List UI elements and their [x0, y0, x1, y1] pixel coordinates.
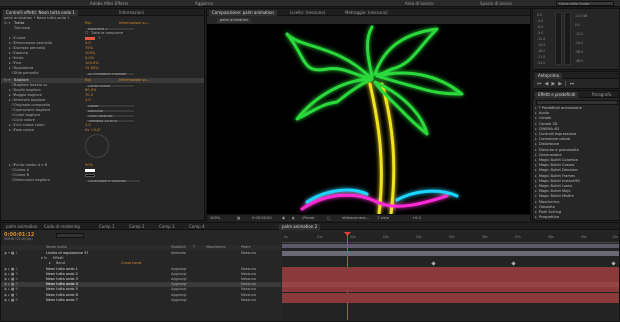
- palm-artwork: [285, 25, 464, 216]
- channel-icon[interactable]: ◐: [292, 216, 295, 220]
- color-phase: ▸ ⏱ Fase colore 0x +0.0°: [9, 128, 102, 132]
- menu-title: Adobe After Effects: [90, 1, 129, 6]
- composition-panel: Composizione: palm animation Livello: (n…: [206, 8, 531, 221]
- audio-panel: 0.0 -3.0 -6.0 -9.0 -12.0 -15.0 -18.0 -21.0 -24.0…: [532, 8, 620, 70]
- composition-canvas[interactable]: [207, 24, 530, 216]
- quality-dropdown[interactable]: (Piena): [302, 216, 315, 220]
- layer-bar[interactable]: [282, 297, 619, 303]
- views-dropdown[interactable]: 1 vista: [377, 216, 389, 220]
- keyframe[interactable]: [611, 261, 616, 266]
- exposure-value[interactable]: +0.0: [412, 216, 421, 220]
- menu-workspace-label: Area di lavoro:: [405, 1, 435, 6]
- tab-palm-animation-2[interactable]: palm animation 2: [279, 224, 321, 230]
- tab-footage[interactable]: Metraggio: (nessuno): [342, 10, 391, 16]
- tab-comp-1[interactable]: Comp 1: [96, 224, 118, 230]
- effect-controls-body: palm animation • Neon tutta ondo 1 fx ▾ …: [1, 16, 204, 221]
- camera-dropdown[interactable]: Videocamera...: [342, 216, 369, 220]
- paint-style: ⏱ Stile pennello Su immagine originale: [1, 71, 204, 76]
- effects-search-input[interactable]: ⌕: [536, 100, 618, 106]
- keyframe[interactable]: [511, 261, 516, 266]
- timeline-layers: ◉ ▾ ■ 1 Livello di regolazione 37 Normale N…: [1, 251, 281, 321]
- leaf-upper-left: [285, 32, 374, 81]
- glow-based-dropdown[interactable]: Canali colore: [85, 83, 135, 88]
- color-swatch[interactable]: [85, 37, 95, 40]
- audio-meter-right: [564, 12, 571, 65]
- composition-footer: 100% ▦ 0:00:00:00 ◉ ◐ (Piena) ▢ Videocam…: [207, 214, 530, 221]
- wave-pink: [300, 193, 449, 211]
- effect-controls-panel: Controlli effetti: Neon tutta ondo 1 Inf…: [0, 8, 205, 221]
- timeline-fps: 00036 (25.00 fps): [4, 237, 33, 241]
- path-dropdown[interactable]: Maschera 1: [85, 26, 135, 31]
- phase-dial[interactable]: [85, 134, 109, 158]
- color-b-swatch[interactable]: [85, 174, 95, 177]
- timecode[interactable]: 0:00:00:00: [252, 216, 272, 220]
- audio-db-labels: 12.0 dB 0.0 -12.0 -24.0 -36.0 -48.0: [575, 14, 588, 63]
- tab-render-queue[interactable]: Coda di rendering: [41, 224, 83, 230]
- color-a-swatch[interactable]: [85, 169, 95, 172]
- help-search-input[interactable]: Cerca nella Guida: [556, 1, 614, 6]
- preview-panel: Anteprima ⏮◀▶▶|⏭: [532, 71, 620, 89]
- effects-presets-panel: Effetti e predefiniti Paragrafo ⌕ ▸ * Pre…: [532, 90, 620, 221]
- timeline-track-area[interactable]: 0s 01s 02s 03s 04s 05s 06s 07s 08s 09s 1…: [282, 232, 619, 320]
- looping-dropdown[interactable]: Triangolo A>B>A: [85, 118, 135, 123]
- leaf-lower-left: [295, 77, 374, 121]
- effects-tabbar: Effetti e predefiniti Paragrafo: [533, 91, 619, 98]
- leaf-top: [366, 25, 374, 78]
- tab-composition[interactable]: Composizione: palm animation: [209, 10, 277, 16]
- timeline-search-input[interactable]: [56, 233, 84, 238]
- keyframe[interactable]: [431, 261, 436, 266]
- tab-layer[interactable]: Livello: (nessuno): [287, 10, 328, 16]
- timeline-column-headers: Nome livello Modalità T Mascherino Padre: [1, 245, 281, 250]
- tab-comp-2[interactable]: Comp 2: [126, 224, 148, 230]
- grid-icon[interactable]: ▦: [237, 216, 240, 220]
- work-area-bar[interactable]: [282, 244, 619, 248]
- composite-dropdown[interactable]: Dietro: [85, 103, 135, 108]
- dimensions-dropdown[interactable]: Orizzontale e verticale: [85, 178, 141, 183]
- camera-snapshot-icon[interactable]: ◉: [282, 216, 285, 220]
- leaf-upper-right: [373, 27, 439, 76]
- menu-bar: Adobe After Effects Aggiorna Area di lav…: [0, 0, 620, 7]
- time-ruler[interactable]: 0s 01s 02s 03s 04s 05s 06s 07s 08s 09s 1…: [282, 235, 619, 243]
- tab-paragraph[interactable]: Paragrafo: [589, 92, 614, 98]
- audio-scale-left: 0.0 -3.0 -6.0 -9.0 -12.0 -15.0 -18.0 -21.0 -24.0: [537, 12, 551, 67]
- tab-preview[interactable]: Anteprima: [535, 73, 562, 79]
- glow-dimensions: ⏱ Dimensioni bagliore Orizzontale e vertic…: [1, 178, 204, 183]
- tab-comp-3[interactable]: Comp 3: [156, 224, 178, 230]
- breadcrumb[interactable]: palm animation: [217, 18, 252, 23]
- tab-effects-presets[interactable]: Effetti e predefiniti: [535, 92, 579, 98]
- playback-controls[interactable]: ⏮◀▶▶|⏭: [537, 81, 577, 87]
- zoom-dropdown[interactable]: 100%: [210, 216, 220, 220]
- trunk-outline-right: [380, 82, 396, 216]
- region-icon[interactable]: ▢: [327, 216, 330, 220]
- trunk-outline-left: [368, 82, 383, 216]
- timeline-panel: palm animation Coda di rendering Comp 1 …: [0, 222, 620, 322]
- composition-tabbar: Composizione: palm animation Livello: (n…: [207, 9, 530, 16]
- table-row[interactable]: ◉ ▸ ■ 8 Neon tutta ondo 7 Aggiungi Nessuno: [1, 298, 281, 303]
- list-item[interactable]: ▸ Prospettiva: [535, 215, 559, 220]
- effect-controls-tabbar: Controlli effetti: Neon tutta ondo 1 Inf…: [1, 9, 204, 16]
- audio-meter-left: [555, 12, 562, 65]
- layer-bar[interactable]: [282, 251, 619, 256]
- leaf-lower-right: [373, 80, 429, 136]
- menu-update[interactable]: Aggiorna: [195, 1, 213, 6]
- tab-timeline-1[interactable]: palm animation: [3, 224, 40, 230]
- audio-scale-labels: 0.0 -3.0 -6.0 -9.0 -12.0 -15.0 -18.0 -21.0 -24.0: [537, 13, 546, 65]
- tab-comp-4[interactable]: Comp 4: [186, 224, 208, 230]
- menu-workspace[interactable]: Spazio di lavoro: [480, 1, 512, 6]
- glow-colors-dropdown[interactable]: Colori originali: [85, 113, 135, 118]
- preview-tabbar: Anteprima: [533, 72, 619, 79]
- paint-style-dropdown[interactable]: Su immagine originale: [85, 71, 135, 76]
- operation-dropdown[interactable]: Aggiungi: [85, 108, 135, 113]
- timeline-tabbar: palm animation Coda di rendering Comp 1 …: [1, 223, 619, 230]
- effects-list: ▸ * Predefiniti animazione ▸ Audio ▸ Canale…: [533, 106, 619, 221]
